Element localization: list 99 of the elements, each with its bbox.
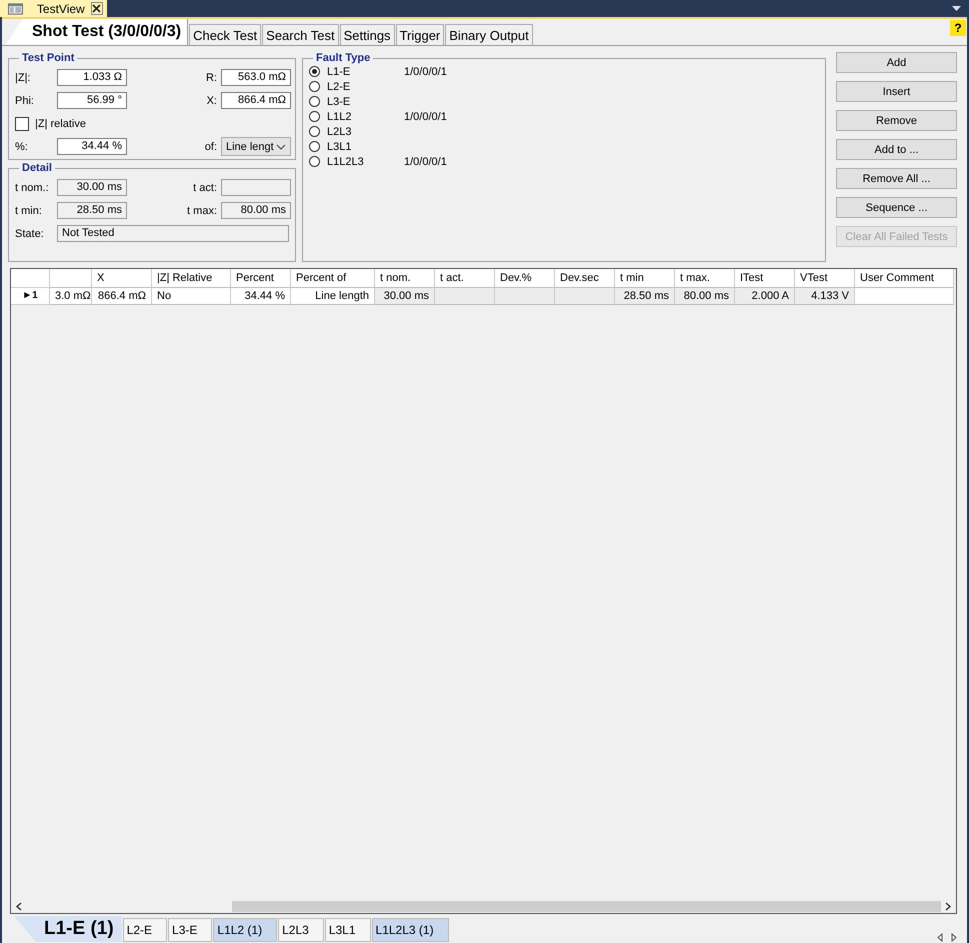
checkbox[interactable] bbox=[15, 116, 29, 130]
column-header[interactable]: Dev.sec bbox=[555, 269, 615, 288]
column-header[interactable]: |Z| Relative bbox=[152, 269, 231, 288]
column-header[interactable]: X bbox=[92, 269, 152, 288]
tab[interactable]: Trigger bbox=[396, 24, 444, 45]
tab[interactable]: L2L3 bbox=[278, 918, 324, 942]
scroll-right-icon[interactable] bbox=[951, 933, 957, 942]
column-header[interactable]: Dev.% bbox=[495, 269, 555, 288]
input-field[interactable]: 56.99 ° bbox=[57, 92, 127, 109]
field-label: t max: bbox=[186, 204, 218, 216]
input-field[interactable]: 34.44 % bbox=[57, 138, 127, 155]
column-header[interactable]: User Comment bbox=[855, 269, 954, 288]
close-button[interactable] bbox=[90, 2, 103, 15]
window-title: TestView bbox=[36, 2, 85, 16]
table-cell: 28.50 ms bbox=[615, 288, 675, 305]
input-field[interactable]: 866.4 mΩ bbox=[221, 92, 291, 109]
field-label: t min: bbox=[15, 204, 43, 216]
tab[interactable]: Shot Test (3/0/0/0/3) bbox=[6, 19, 188, 45]
column-header[interactable]: t act. bbox=[435, 269, 495, 288]
table-cell: 3.0 mΩ bbox=[50, 288, 92, 305]
column-header[interactable]: Percent of bbox=[291, 269, 375, 288]
test-count: 1/0/0/0/1 bbox=[404, 110, 447, 122]
input-field[interactable]: 1.033 Ω bbox=[57, 69, 127, 86]
table-cell: No bbox=[152, 288, 231, 305]
table-cell: 2.000 A bbox=[735, 288, 795, 305]
dropdown[interactable]: Line lengt bbox=[221, 137, 291, 156]
field-label: %: bbox=[15, 140, 29, 152]
radio-label: L3L1 bbox=[327, 140, 352, 152]
field-label: t act: bbox=[192, 182, 218, 194]
column-header[interactable]: ITest bbox=[735, 269, 795, 288]
radio-button[interactable] bbox=[309, 156, 320, 167]
column-header[interactable]: VTest bbox=[795, 269, 855, 288]
table-cell: 4.133 V bbox=[795, 288, 855, 305]
field-label: Phi: bbox=[15, 94, 35, 106]
table-cell: Line length bbox=[291, 288, 375, 305]
scroll-left-icon[interactable] bbox=[15, 902, 22, 910]
group-title: Fault Type bbox=[315, 52, 372, 64]
readonly-field: 28.50 ms bbox=[57, 202, 127, 219]
readonly-field bbox=[221, 179, 291, 196]
input-field[interactable]: 563.0 mΩ bbox=[221, 69, 291, 86]
readonly-field: Not Tested bbox=[57, 225, 289, 242]
radio-button[interactable] bbox=[309, 96, 320, 107]
tab[interactable]: L1L2 (1) bbox=[213, 918, 278, 942]
radio-label: L1L2 bbox=[327, 110, 352, 122]
checkbox-label: |Z| relative bbox=[35, 118, 86, 130]
tab[interactable]: L3-E bbox=[168, 918, 212, 942]
tab[interactable]: L1-E (1) bbox=[14, 916, 122, 942]
scroll-left-icon[interactable] bbox=[937, 933, 943, 942]
readonly-field: 30.00 ms bbox=[57, 179, 127, 196]
table-cell: 34.44 % bbox=[231, 288, 291, 305]
table-cell: 866.4 mΩ bbox=[92, 288, 152, 305]
row-header: ►1 bbox=[11, 288, 50, 305]
tab[interactable]: L2-E bbox=[122, 918, 168, 942]
group-title: Test Point bbox=[21, 52, 76, 64]
field-label: |Z|: bbox=[15, 72, 32, 84]
action-button[interactable]: Add to ... bbox=[836, 139, 957, 160]
action-button[interactable]: Remove bbox=[836, 110, 957, 131]
action-button[interactable]: Add bbox=[836, 52, 957, 73]
radio-label: L1L2L3 bbox=[327, 156, 365, 168]
column-header[interactable]: Percent bbox=[231, 269, 291, 288]
table-cell: 80.00 ms bbox=[675, 288, 735, 305]
radio-label: L2-E bbox=[327, 80, 352, 92]
radio-button[interactable] bbox=[309, 111, 320, 122]
column-header[interactable]: t min bbox=[615, 269, 675, 288]
action-button[interactable]: Remove All ... bbox=[836, 168, 957, 189]
row-header bbox=[11, 269, 50, 288]
radio-label: L1-E bbox=[327, 66, 352, 78]
radio-button[interactable] bbox=[309, 66, 320, 77]
chevron-down-icon bbox=[276, 144, 286, 150]
field-label: X: bbox=[206, 94, 218, 106]
radio-button[interactable] bbox=[309, 126, 320, 137]
column-header[interactable]: t max. bbox=[675, 269, 735, 288]
readonly-field: 80.00 ms bbox=[221, 202, 291, 219]
tab[interactable]: L3L1 bbox=[324, 918, 371, 942]
field-label: of: bbox=[204, 140, 218, 152]
dropdown-icon[interactable] bbox=[952, 6, 961, 11]
field-label: State: bbox=[15, 228, 45, 240]
tab[interactable]: Binary Output bbox=[445, 24, 533, 45]
help-button[interactable]: ? bbox=[950, 20, 966, 36]
tab[interactable]: Settings bbox=[340, 24, 395, 45]
column-header[interactable]: t nom. bbox=[375, 269, 435, 288]
test-count: 1/0/0/0/1 bbox=[404, 156, 447, 168]
grid-window-icon bbox=[8, 2, 23, 14]
group-title: Detail bbox=[21, 162, 53, 174]
radio-label: L3-E bbox=[327, 96, 352, 108]
tab[interactable]: Check Test bbox=[189, 24, 262, 45]
scrollbar-thumb[interactable] bbox=[232, 901, 941, 912]
tab[interactable]: L1L2L3 (1) bbox=[372, 918, 449, 942]
field-label: R: bbox=[205, 72, 218, 84]
radio-label: L2L3 bbox=[327, 126, 352, 138]
scroll-right-icon[interactable] bbox=[945, 902, 952, 910]
field-label: t nom.: bbox=[15, 182, 50, 194]
radio-button[interactable] bbox=[309, 141, 320, 152]
test-count: 1/0/0/0/1 bbox=[404, 66, 447, 78]
action-button[interactable]: Sequence ... bbox=[836, 197, 957, 218]
table-cell: 30.00 ms bbox=[375, 288, 435, 305]
tab[interactable]: Search Test bbox=[262, 24, 339, 45]
radio-button[interactable] bbox=[309, 81, 320, 92]
action-button[interactable]: Insert bbox=[836, 81, 957, 102]
